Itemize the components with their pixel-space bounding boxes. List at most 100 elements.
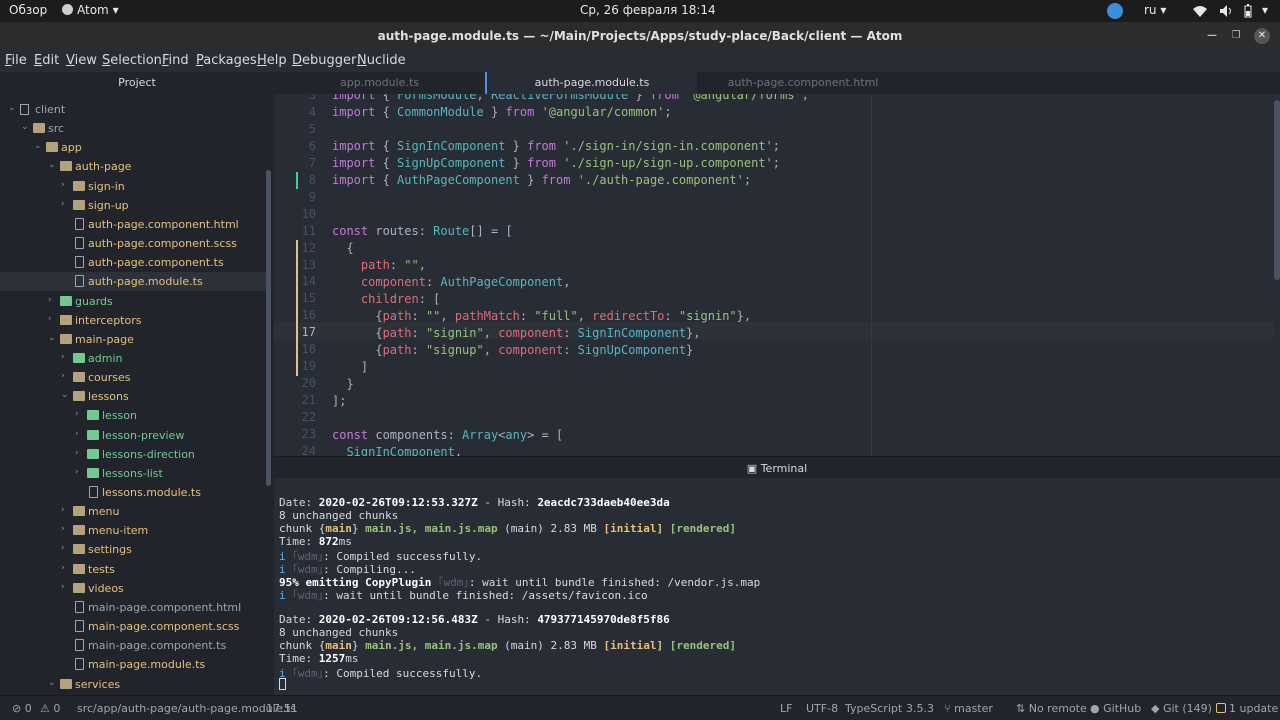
git-panel-button[interactable]: ◆ Git (149) [1151, 702, 1212, 715]
package-updates[interactable]: 1 update [1216, 702, 1278, 715]
tree-item-tests[interactable]: › tests [0, 560, 266, 579]
chevron-right-icon[interactable]: › [61, 199, 71, 209]
activities-button[interactable]: Обзор [9, 3, 47, 17]
tree-item-auth-page-component-html[interactable]: auth-page.component.html [0, 215, 266, 234]
typescript-version[interactable]: 3.5.3 [906, 702, 934, 715]
tree-item-menu-item[interactable]: › menu-item [0, 521, 266, 540]
line-number[interactable]: 3 [274, 94, 316, 102]
tree-item-guards[interactable]: › guards [0, 292, 266, 311]
tree-item-src[interactable]: ⌄ src [0, 119, 266, 138]
chevron-right-icon[interactable]: › [48, 295, 58, 305]
chevron-right-icon[interactable]: › [61, 563, 71, 573]
chevron-right-icon[interactable]: › [75, 467, 85, 477]
tree-item-auth-page-component-ts[interactable]: auth-page.component.ts [0, 253, 266, 272]
clock[interactable]: Ср, 26 февраля 18:14 [580, 3, 716, 17]
menu-file[interactable]: File [5, 53, 27, 68]
chevron-down-icon[interactable]: ⌄ [34, 141, 44, 151]
cursor-position[interactable]: 17:51 [266, 702, 298, 715]
chevron-down-icon[interactable]: ⌄ [8, 103, 18, 113]
chevron-right-icon[interactable]: › [61, 352, 71, 362]
chevron-down-icon[interactable]: ⌄ [21, 122, 31, 132]
menu-find[interactable]: Find [162, 53, 189, 68]
chevron-right-icon[interactable]: › [61, 524, 71, 534]
volume-icon[interactable] [1218, 3, 1234, 19]
battery-icon[interactable] [1240, 3, 1256, 19]
tree-item-lessons-list[interactable]: › lessons-list [0, 464, 266, 483]
line-number[interactable]: 5 [274, 122, 316, 136]
line-number[interactable]: 10 [274, 207, 316, 221]
line-number[interactable]: 18 [274, 342, 316, 356]
tree-item-courses[interactable]: › courses [0, 368, 266, 387]
chevron-right-icon[interactable]: › [61, 505, 71, 515]
chevron-down-icon[interactable]: ⌄ [48, 678, 58, 688]
line-number[interactable]: 20 [274, 376, 316, 390]
git-branch[interactable]: ⑂ master [944, 702, 993, 715]
system-menu-chevron-icon[interactable]: ▾ [1262, 3, 1268, 17]
tab-app-module[interactable]: app.module.ts [274, 72, 485, 94]
tree-item-main-page-component-ts[interactable]: main-page.component.ts [0, 636, 266, 655]
tree-item-auth-page-component-scss[interactable]: auth-page.component.scss [0, 234, 266, 253]
tree-item-app[interactable]: ⌄ app [0, 138, 266, 157]
git-remote[interactable]: ⇅ No remote [1016, 702, 1087, 715]
line-number[interactable]: 11 [274, 224, 316, 238]
tree-item-admin[interactable]: › admin [0, 349, 266, 368]
tree-item-main-page-component-html[interactable]: main-page.component.html [0, 598, 266, 617]
code-editor[interactable]: 3 4 5 6 7 8 9 10 11 12 13 14 15 16 17 18 19 20 21 22 23 24 im… [274, 94, 1280, 456]
line-number[interactable]: 8 [274, 173, 316, 187]
close-button[interactable]: ✕ [1254, 28, 1270, 44]
chevron-down-icon[interactable]: ⌄ [48, 333, 58, 343]
chevron-down-icon[interactable]: ⌄ [48, 160, 58, 170]
menu-selection[interactable]: Selection [102, 53, 162, 68]
line-number[interactable]: 16 [274, 308, 316, 322]
tab-auth-page-module[interactable]: auth-page.module.ts [485, 72, 697, 94]
tree-item-interceptors[interactable]: › interceptors [0, 311, 266, 330]
tree-item-sign-up[interactable]: › sign-up [0, 196, 266, 215]
diagnostics-warnings[interactable]: ⚠ 0 [40, 702, 60, 715]
chevron-right-icon[interactable]: › [75, 429, 85, 439]
github-panel-button[interactable]: ● GitHub [1090, 702, 1141, 715]
line-number[interactable]: 13 [274, 258, 316, 272]
line-number[interactable]: 6 [274, 139, 316, 153]
line-number[interactable]: 12 [274, 241, 316, 255]
tree-item-videos[interactable]: › videos [0, 579, 266, 598]
terminal-panel[interactable]: Date: 2020-02-26T09:12:53.327Z - Hash: 2… [274, 478, 1280, 695]
line-number[interactable]: 17 [274, 325, 316, 339]
tree-item-lesson[interactable]: › lesson [0, 406, 266, 425]
chevron-right-icon[interactable]: › [61, 543, 71, 553]
wifi-icon[interactable] [1192, 3, 1208, 19]
tree-item-menu[interactable]: › menu [0, 502, 266, 521]
menu-debugger[interactable]: Debugger [292, 53, 356, 68]
minimize-button[interactable]: — [1204, 28, 1220, 44]
menu-view[interactable]: View [66, 53, 97, 68]
tree-item-services[interactable]: ⌄ services [0, 675, 266, 694]
grammar[interactable]: TypeScript [845, 702, 902, 715]
chevron-right-icon[interactable]: › [48, 314, 58, 324]
editor-scrollbar[interactable] [1274, 100, 1280, 280]
encoding[interactable]: UTF-8 [806, 702, 838, 715]
line-number[interactable]: 21 [274, 393, 316, 407]
tree-item-lessons-direction[interactable]: › lessons-direction [0, 445, 266, 464]
chevron-right-icon[interactable]: › [61, 180, 71, 190]
line-number[interactable]: 7 [274, 156, 316, 170]
tree-item-main-page-component-scss[interactable]: main-page.component.scss [0, 617, 266, 636]
chevron-right-icon[interactable]: › [75, 409, 85, 419]
terminal-header[interactable]: ▣ Terminal [274, 456, 1280, 478]
tree-item-lesson-preview[interactable]: › lesson-preview [0, 426, 266, 445]
tree-item-auth-page[interactable]: ⌄ auth-page [0, 157, 266, 176]
line-number[interactable]: 15 [274, 291, 316, 305]
tree-scrollbar[interactable] [266, 170, 271, 486]
tree-item-main-page-module-ts[interactable]: main-page.module.ts [0, 655, 266, 674]
line-ending[interactable]: LF [780, 702, 792, 715]
keyboard-layout[interactable]: ru ▾ [1144, 3, 1166, 17]
diagnostics-errors[interactable]: ⊘ 0 [12, 702, 32, 715]
app-menu[interactable]: Atom ▾ [62, 3, 119, 17]
menu-packages[interactable]: Packages [196, 53, 257, 68]
tab-auth-page-component-html[interactable]: auth-page.component.html [697, 72, 909, 94]
menu-edit[interactable]: Edit [34, 53, 59, 68]
line-number[interactable]: 19 [274, 359, 316, 373]
chevron-right-icon[interactable]: › [61, 582, 71, 592]
line-number[interactable]: 14 [274, 274, 316, 288]
menu-nuclide[interactable]: Nuclide [357, 53, 406, 68]
chevron-down-icon[interactable]: ⌄ [61, 390, 71, 400]
maximize-button[interactable]: ❐ [1228, 28, 1244, 44]
